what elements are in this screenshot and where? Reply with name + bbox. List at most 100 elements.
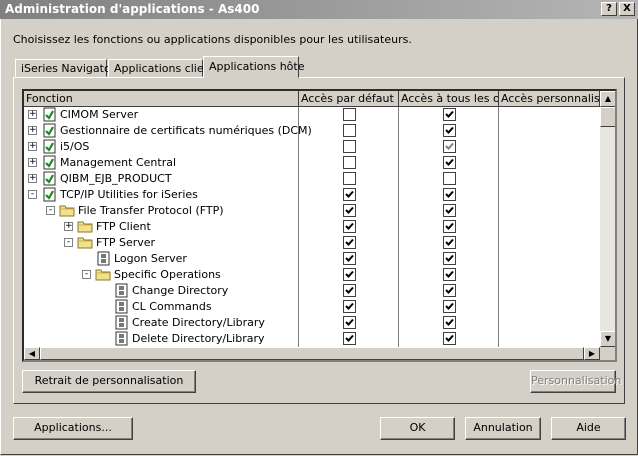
all-object-access-checkbox[interactable] xyxy=(443,284,456,297)
expand-icon[interactable]: + xyxy=(28,110,37,119)
table-row[interactable]: + Gestionnaire de certificats numériques … xyxy=(24,123,600,139)
default-access-checkbox[interactable] xyxy=(343,332,356,345)
row-label: FTP Client xyxy=(96,220,151,233)
row-label: File Transfer Protocol (FTP) xyxy=(78,204,224,217)
all-object-access-checkbox[interactable] xyxy=(443,108,456,121)
row-label: CIMOM Server xyxy=(60,108,139,121)
all-object-access-checkbox[interactable] xyxy=(443,268,456,281)
scroll-down-arrow-icon[interactable]: ▼ xyxy=(600,331,615,347)
all-object-access-checkbox[interactable] xyxy=(443,156,456,169)
table-row[interactable]: Create Directory/Library xyxy=(24,315,600,331)
scroll-thumb[interactable] xyxy=(600,107,615,127)
row-label: QIBM_EJB_PRODUCT xyxy=(60,172,172,185)
cancel-button[interactable]: Annulation xyxy=(465,417,541,440)
collapse-icon[interactable]: - xyxy=(64,238,73,247)
table-row[interactable]: - File Transfer Protocol (FTP) xyxy=(24,203,600,219)
applications-button[interactable]: Applications... xyxy=(13,417,133,440)
all-object-access-checkbox[interactable] xyxy=(443,252,456,265)
folder-icon xyxy=(77,219,93,234)
all-object-access-checkbox[interactable] xyxy=(443,220,456,233)
all-object-access-checkbox[interactable] xyxy=(443,124,456,137)
collapse-icon[interactable]: - xyxy=(46,206,55,215)
default-access-checkbox[interactable] xyxy=(343,172,356,185)
default-access-checkbox[interactable] xyxy=(343,252,356,265)
default-access-checkbox[interactable] xyxy=(343,300,356,313)
column-header-fonction[interactable]: Fonction xyxy=(24,91,299,107)
all-object-access-checkbox[interactable] xyxy=(443,236,456,249)
all-object-access-checkbox[interactable] xyxy=(443,188,456,201)
default-access-checkbox[interactable] xyxy=(343,204,356,217)
server-icon xyxy=(113,299,129,314)
default-access-checkbox[interactable] xyxy=(343,140,356,153)
default-access-checkbox[interactable] xyxy=(343,156,356,169)
expand-icon[interactable]: + xyxy=(28,142,37,151)
expand-icon[interactable]: + xyxy=(28,174,37,183)
default-access-checkbox[interactable] xyxy=(343,108,356,121)
table-row[interactable]: + i5/OS xyxy=(24,139,600,155)
default-access-checkbox[interactable] xyxy=(343,268,356,281)
table-row[interactable]: CL Commands xyxy=(24,299,600,315)
folder-icon xyxy=(95,267,111,282)
tab-applications-hote[interactable]: Applications hôte xyxy=(203,56,304,78)
column-header-default-access[interactable]: Accès par défaut xyxy=(299,91,399,107)
table-row[interactable]: + CIMOM Server xyxy=(24,107,600,123)
table-row[interactable]: Change Directory xyxy=(24,283,600,299)
collapse-icon[interactable]: - xyxy=(82,270,91,279)
row-label: Specific Operations xyxy=(114,268,221,281)
row-label: CL Commands xyxy=(132,300,212,313)
default-access-checkbox[interactable] xyxy=(343,220,356,233)
all-object-access-checkbox[interactable] xyxy=(443,140,456,153)
column-header-all-object-access[interactable]: Accès à tous les obj xyxy=(399,91,499,107)
tab-applications-client[interactable]: Applications client xyxy=(108,59,215,77)
expand-icon[interactable]: + xyxy=(64,222,73,231)
all-object-access-checkbox[interactable] xyxy=(443,204,456,217)
row-label: FTP Server xyxy=(96,236,156,249)
function-icon xyxy=(41,107,57,122)
tab-iseries-navigator[interactable]: iSeries Navigator xyxy=(15,59,115,77)
functions-table: Fonction Accès par défaut Accès à tous l… xyxy=(22,89,617,362)
help-button[interactable]: Aide xyxy=(551,417,626,440)
table-row[interactable]: - FTP Server xyxy=(24,235,600,251)
all-object-access-checkbox[interactable] xyxy=(443,332,456,345)
column-header-custom-access[interactable]: Accès personnalisé xyxy=(499,91,600,107)
scroll-right-arrow-icon[interactable]: ▶ xyxy=(584,347,600,360)
function-icon xyxy=(41,155,57,170)
default-access-checkbox[interactable] xyxy=(343,124,356,137)
server-icon xyxy=(113,315,129,330)
default-access-checkbox[interactable] xyxy=(343,284,356,297)
vertical-scrollbar[interactable]: ▲ ▼ xyxy=(600,91,615,347)
table-row[interactable]: + Management Central xyxy=(24,155,600,171)
table-row[interactable]: + FTP Client xyxy=(24,219,600,235)
all-object-access-checkbox[interactable] xyxy=(443,316,456,329)
table-row[interactable]: - TCP/IP Utilities for iSeries xyxy=(24,187,600,203)
remove-customization-button[interactable]: Retrait de personnalisation xyxy=(22,370,196,393)
table-row[interactable]: - Specific Operations xyxy=(24,267,600,283)
default-access-checkbox[interactable] xyxy=(343,236,356,249)
all-object-access-checkbox[interactable] xyxy=(443,172,456,185)
function-icon xyxy=(41,139,57,154)
ok-button[interactable]: OK xyxy=(380,417,455,440)
expand-icon[interactable]: + xyxy=(28,126,37,135)
all-object-access-checkbox[interactable] xyxy=(443,300,456,313)
default-access-checkbox[interactable] xyxy=(343,316,356,329)
scroll-corner xyxy=(600,347,615,360)
server-icon xyxy=(113,331,129,346)
table-row[interactable]: + QIBM_EJB_PRODUCT xyxy=(24,171,600,187)
function-icon xyxy=(41,123,57,138)
customize-button[interactable]: Personnalisation xyxy=(530,370,621,393)
default-access-checkbox[interactable] xyxy=(343,188,356,201)
window-title: Administration d'applications - As400 xyxy=(5,2,260,16)
scroll-up-arrow-icon[interactable]: ▲ xyxy=(600,91,615,107)
horizontal-scrollbar[interactable]: ◀ ▶ xyxy=(24,347,600,360)
horizontal-scroll-thumb[interactable] xyxy=(40,347,584,360)
collapse-icon[interactable]: - xyxy=(28,190,37,199)
scroll-left-arrow-icon[interactable]: ◀ xyxy=(24,347,40,360)
expand-icon[interactable]: + xyxy=(28,158,37,167)
close-title-button[interactable]: X xyxy=(619,2,635,16)
row-label: Create Directory/Library xyxy=(132,316,265,329)
help-title-button[interactable]: ? xyxy=(601,2,617,16)
table-row[interactable]: Logon Server xyxy=(24,251,600,267)
table-row[interactable]: Delete Directory/Library xyxy=(24,331,600,347)
row-label: i5/OS xyxy=(60,140,90,153)
row-label: Logon Server xyxy=(114,252,187,265)
